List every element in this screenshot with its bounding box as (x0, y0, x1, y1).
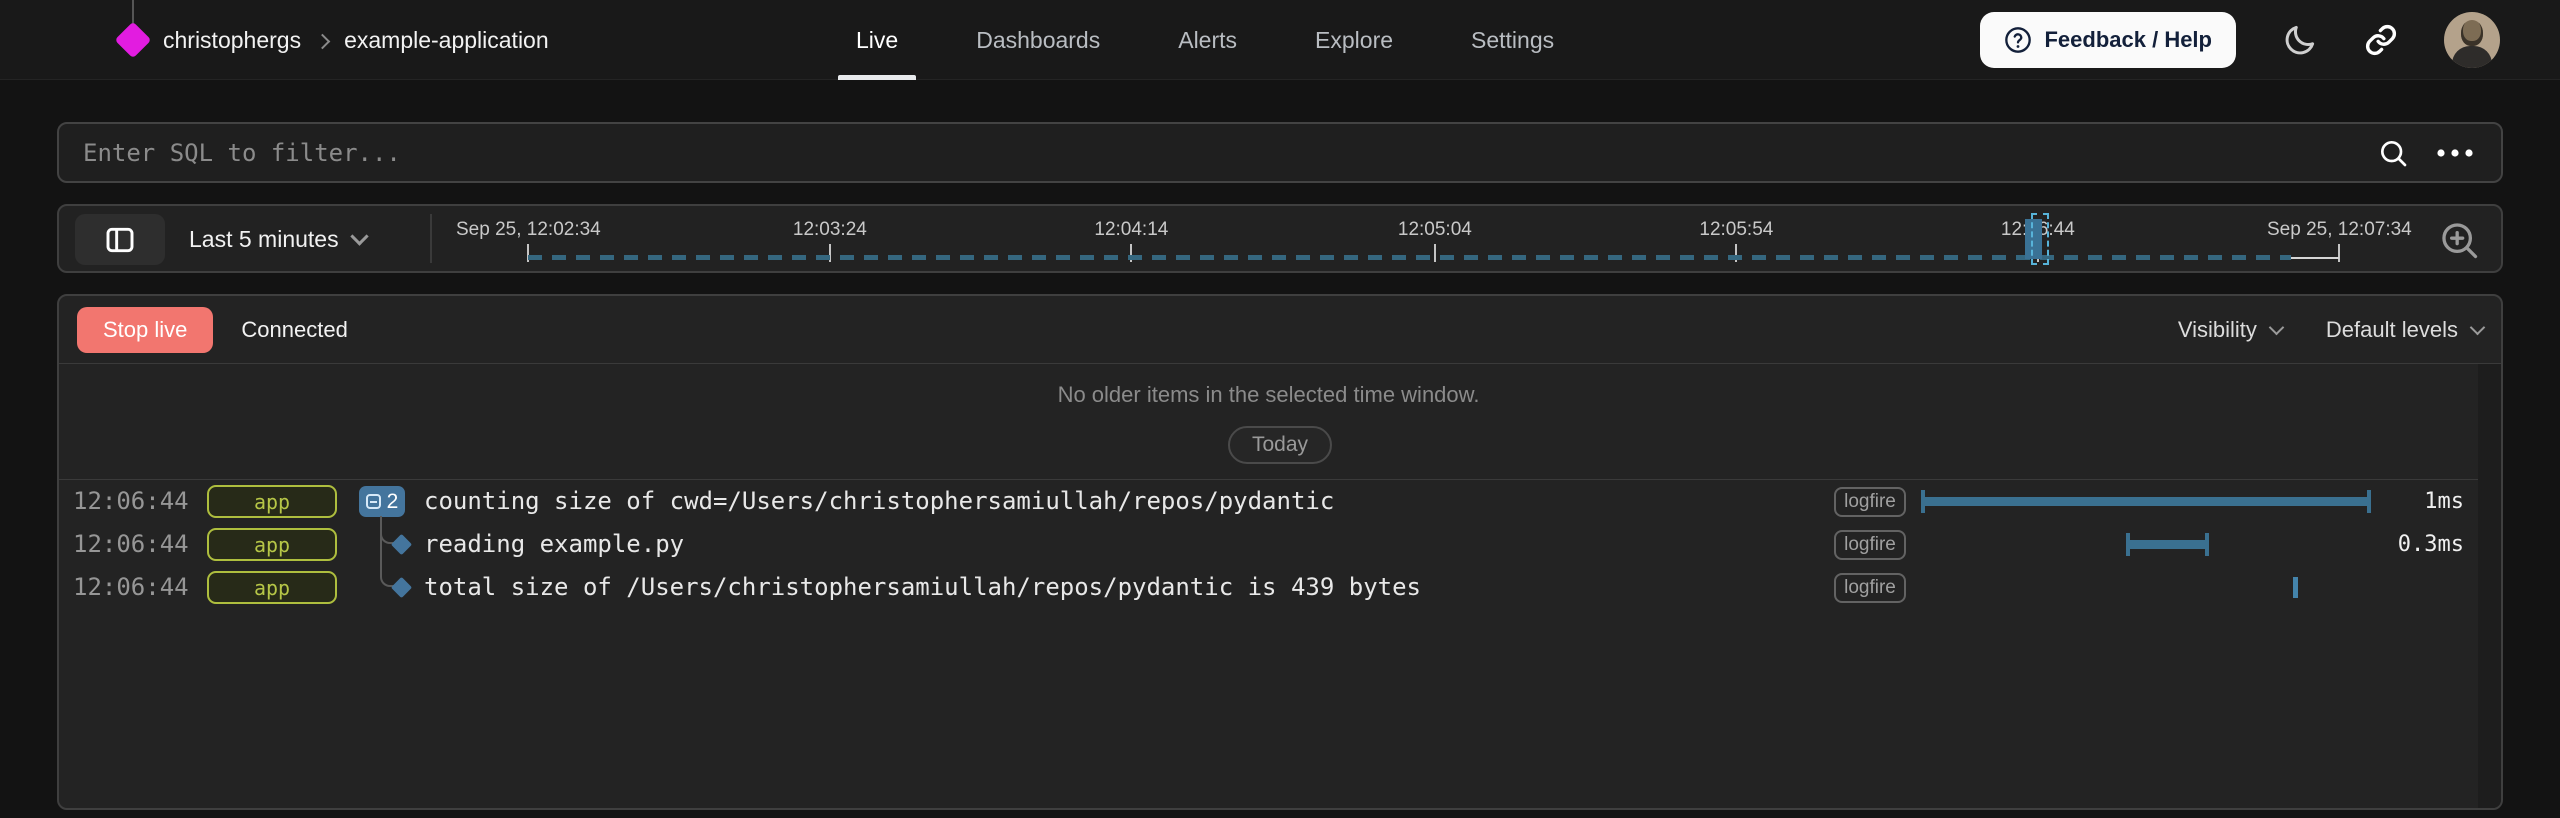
default-levels-label: Default levels (2326, 317, 2458, 343)
user-avatar[interactable] (2444, 12, 2500, 68)
log-timestamp: 12:06:44 (73, 480, 189, 523)
collapse-children-button[interactable]: 2 (359, 486, 405, 517)
sql-filter-input[interactable] (59, 124, 2377, 181)
sql-filter-panel (57, 122, 2503, 183)
divider (430, 214, 432, 263)
breadcrumb-project[interactable]: example-application (344, 27, 549, 54)
timeline-zoom-button[interactable] (2437, 218, 2481, 262)
breadcrumb-chevron-icon (315, 33, 331, 49)
log-row-parent-span[interactable]: 12:06:44 app 2 counting size of cwd=/Use… (59, 480, 2478, 523)
breadcrumb: christophergs example-application (163, 0, 549, 80)
timeline-panel: Last 5 minutes Sep 25, 12:02:34 12:03:24… (57, 204, 2503, 273)
timeline-label: 12:04:14 (1094, 219, 1168, 241)
tab-dashboards[interactable]: Dashboards (958, 0, 1118, 80)
timeline-label: 12:03:24 (793, 219, 867, 241)
log-message: reading example.py (424, 523, 684, 566)
zoom-in-icon (2437, 218, 2481, 262)
log-row-child-span[interactable]: 12:06:44 app reading example.py logfire … (59, 523, 2478, 566)
today-button[interactable]: Today (1228, 426, 1332, 464)
timeline-label: Sep 25, 12:02:34 (456, 219, 601, 241)
share-link-button[interactable] (2364, 23, 2398, 57)
logfire-diamond-icon (115, 22, 152, 59)
feedback-help-button[interactable]: Feedback / Help (1980, 12, 2236, 68)
timeline-end-segment (2291, 257, 2339, 259)
timeline-selection-box[interactable] (2031, 213, 2049, 265)
live-controls-bar: Stop live Connected Visibility Default l… (59, 296, 2501, 364)
timeline-label: Sep 25, 12:07:34 (2267, 219, 2412, 241)
sidebar-toggle-button[interactable] (75, 214, 165, 265)
question-circle-icon (2004, 26, 2032, 54)
top-nav: christophergs example-application Live D… (0, 0, 2560, 80)
span-duration-value: 1ms (2424, 480, 2464, 523)
logfire-logo[interactable] (118, 0, 148, 56)
time-range-selector[interactable]: Last 5 minutes (189, 206, 366, 273)
span-duration-bar (1922, 497, 2370, 506)
breadcrumb-org[interactable]: christophergs (163, 27, 301, 54)
timeline-track[interactable]: Sep 25, 12:02:34 12:03:24 12:04:14 12:05… (452, 206, 2462, 273)
tab-settings[interactable]: Settings (1453, 0, 1572, 80)
link-icon (2364, 23, 2398, 57)
feedback-help-label: Feedback / Help (2044, 27, 2212, 53)
log-message: counting size of cwd=/Users/christophers… (424, 480, 1334, 523)
log-row-child-log[interactable]: 12:06:44 app total size of /Users/christ… (59, 566, 2478, 609)
panel-left-icon (104, 223, 136, 257)
service-badge[interactable]: app (207, 528, 337, 561)
child-count: 2 (387, 490, 399, 514)
logfire-tag[interactable]: logfire (1834, 487, 1906, 517)
timeline-label: 12:05:04 (1398, 219, 1472, 241)
tab-explore[interactable]: Explore (1297, 0, 1411, 80)
time-range-label: Last 5 minutes (189, 226, 339, 253)
nav-tabs: Live Dashboards Alerts Explore Settings (838, 0, 1572, 80)
log-timestamp: 12:06:44 (73, 566, 189, 609)
span-duration-value: 0.3ms (2398, 523, 2464, 566)
visibility-dropdown[interactable]: Visibility (2178, 317, 2282, 343)
tree-connector (380, 516, 402, 587)
service-badge[interactable]: app (207, 485, 337, 518)
sql-filter-actions (2377, 137, 2501, 169)
live-log-panel: Stop live Connected Visibility Default l… (57, 294, 2503, 810)
chevron-down-icon (2269, 320, 2285, 336)
logfire-tag[interactable]: logfire (1834, 530, 1906, 560)
timeline-tick (2338, 244, 2340, 262)
connection-status: Connected (241, 317, 347, 343)
nav-right-cluster: Feedback / Help (1980, 0, 2500, 80)
stop-live-button[interactable]: Stop live (77, 307, 213, 353)
span-duration-bar (2127, 540, 2208, 549)
chevron-down-icon (2470, 320, 2486, 336)
theme-toggle-button[interactable] (2282, 22, 2318, 58)
empty-window-message: No older items in the selected time wind… (59, 382, 2478, 408)
chevron-down-icon (350, 227, 368, 245)
visibility-label: Visibility (2178, 317, 2257, 343)
scrollbar-track[interactable] (2478, 364, 2501, 808)
log-timestamp: 12:06:44 (73, 523, 189, 566)
logfire-tag[interactable]: logfire (1834, 573, 1906, 603)
tab-alerts[interactable]: Alerts (1160, 0, 1255, 80)
collapse-minus-icon (366, 494, 381, 509)
log-instant-marker (2293, 577, 2298, 598)
tab-live[interactable]: Live (838, 0, 916, 80)
timeline-label: 12:05:54 (1699, 219, 1773, 241)
service-badge[interactable]: app (207, 571, 337, 604)
more-options-icon[interactable] (2435, 147, 2475, 159)
moon-icon (2282, 22, 2318, 58)
log-rows: 12:06:44 app 2 counting size of cwd=/Use… (59, 480, 2478, 609)
default-levels-dropdown[interactable]: Default levels (2326, 317, 2483, 343)
search-icon[interactable] (2377, 137, 2409, 169)
log-message: total size of /Users/christophersamiulla… (424, 566, 1421, 609)
